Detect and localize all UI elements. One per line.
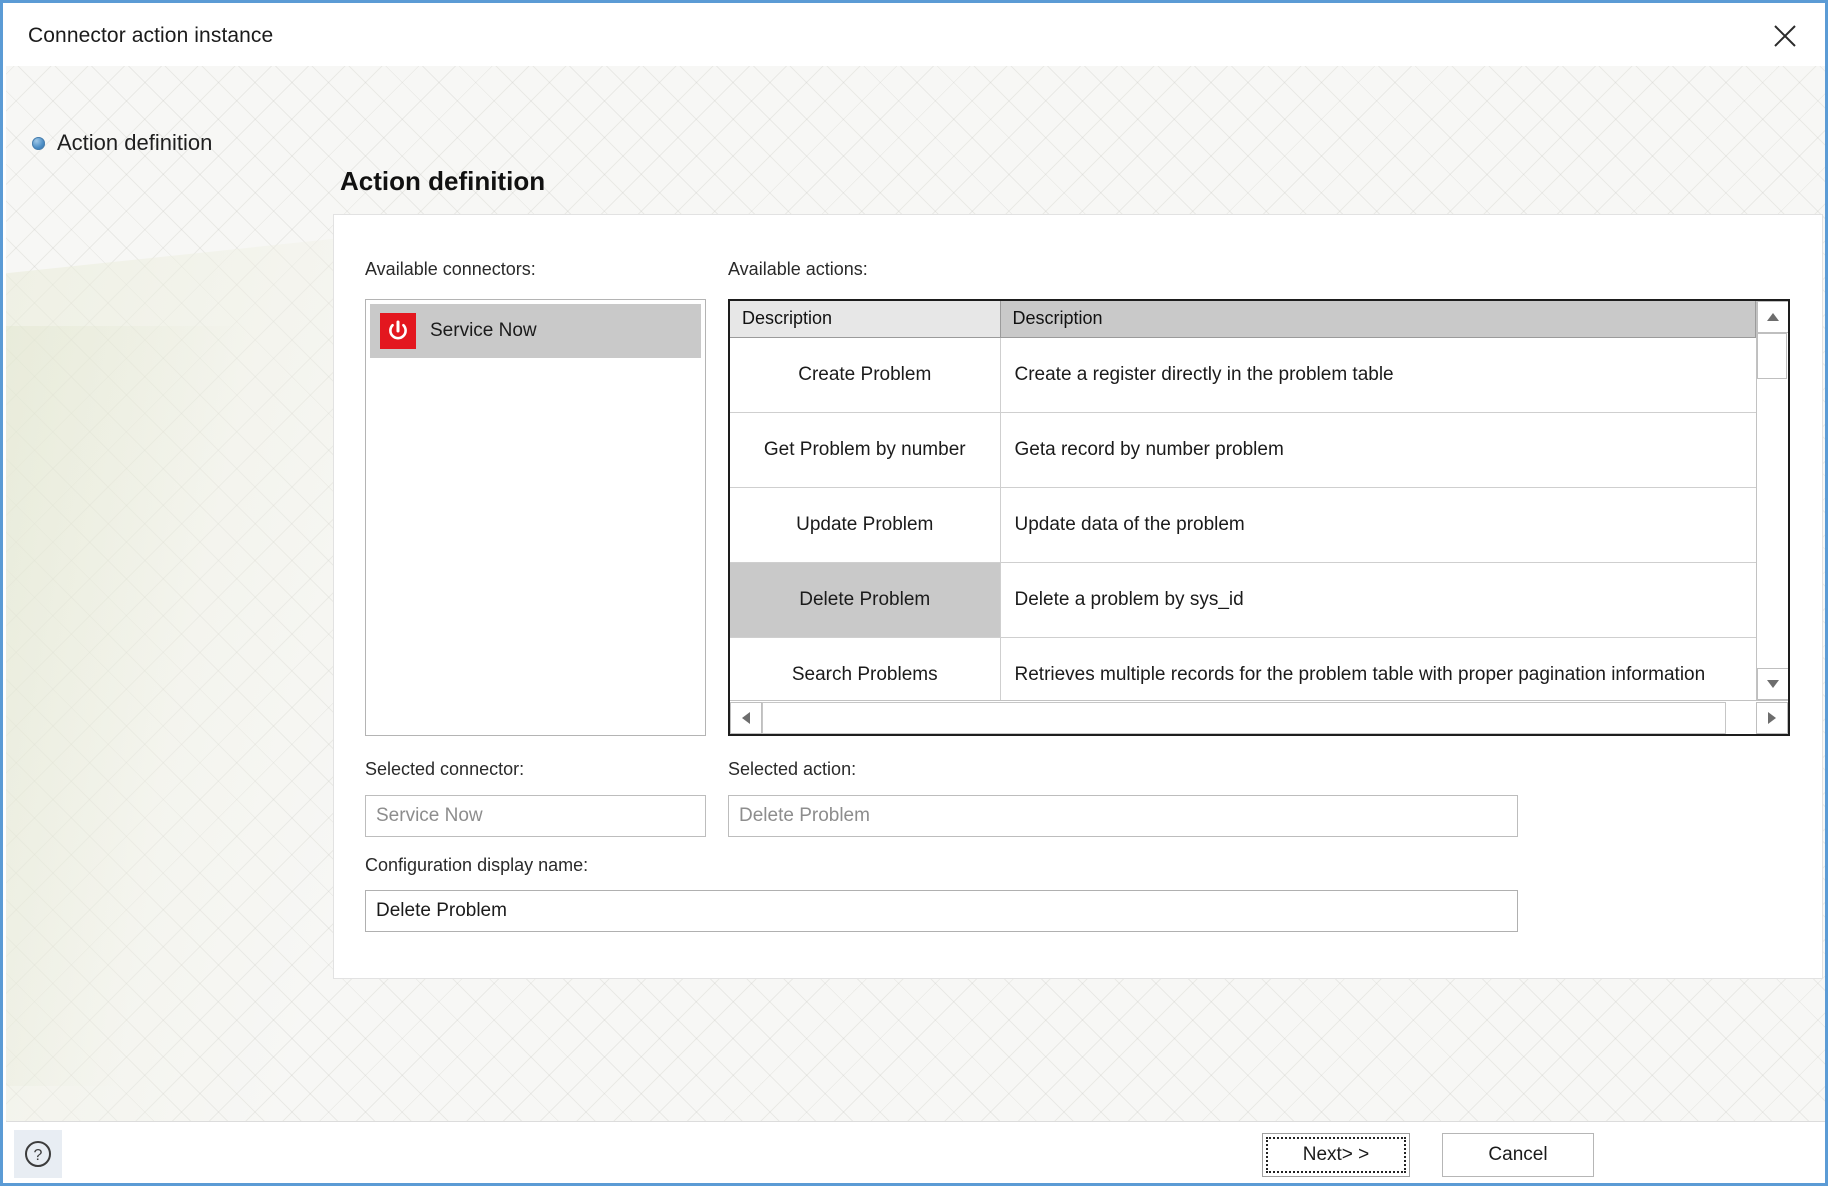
column-header-name[interactable]: Description [730,301,1001,338]
svg-text:?: ? [34,1147,43,1164]
selected-action-field[interactable]: Delete Problem [728,795,1518,837]
scroll-up-icon[interactable] [1757,301,1788,333]
table-area: Description Description Create Problem C… [730,301,1788,700]
action-description-cell: Update data of the problem [1000,487,1756,563]
table-header-row: Description Description [730,301,1756,338]
table-row[interactable]: Search Problems Retrieves multiple recor… [730,637,1756,700]
action-description-cell: Retrieves multiple records for the probl… [1000,637,1756,700]
table-row[interactable]: Get Problem by number Geta record by num… [730,412,1756,488]
action-description-cell: Delete a problem by sys_id [1000,562,1756,638]
list-item[interactable]: Service Now [370,304,701,358]
list-item-label: Service Now [430,320,537,341]
horizontal-scroll-track[interactable] [762,701,1756,734]
action-name-cell[interactable]: Delete Problem [730,562,1001,638]
action-name-cell[interactable]: Create Problem [730,337,1001,413]
scroll-down-icon[interactable] [1757,668,1788,700]
table-viewport: Description Description Create Problem C… [730,301,1756,700]
sidebar-item-action-definition[interactable]: Action definition [32,126,332,160]
next-button-label: Next> > [1266,1137,1406,1173]
column-header-description[interactable]: Description [1000,301,1756,338]
horizontal-scrollbar[interactable] [730,700,1788,734]
horizontal-scroll-thumb[interactable] [762,701,1727,734]
action-name-cell[interactable]: Update Problem [730,487,1001,563]
action-description-cell: Geta record by number problem [1000,412,1756,488]
help-icon[interactable]: ? [14,1130,62,1178]
configuration-display-name-input[interactable]: Delete Problem [365,890,1518,932]
available-connectors-label: Available connectors: [365,259,536,279]
configuration-display-name-label: Configuration display name: [365,855,589,875]
action-description-cell: Create a register directly in the proble… [1000,337,1756,413]
vertical-scroll-track[interactable] [1757,333,1788,668]
bullet-icon [32,136,45,150]
power-icon [380,313,416,349]
table-body: Create Problem Create a register directl… [730,337,1756,700]
vertical-scroll-thumb[interactable] [1757,333,1787,379]
action-name-cell[interactable]: Search Problems [730,637,1001,700]
connector-action-instance-dialog: Connector action instance Action definit… [0,0,1828,1186]
sidebar-item-label: Action definition [57,130,213,155]
selected-connector-label: Selected connector: [365,759,525,779]
selected-action-label: Selected action: [728,759,857,779]
next-button[interactable]: Next> > [1262,1133,1410,1177]
action-name-cell[interactable]: Get Problem by number [730,412,1001,488]
available-connectors-list[interactable]: Service Now [365,299,706,736]
page-title: Action definition [340,166,546,196]
dialog-body: Action definition Action definition Avai… [6,66,1825,1121]
background-decoration-secondary [6,326,246,1086]
window-title: Connector action instance [28,24,274,47]
scroll-left-icon[interactable] [730,701,762,734]
dialog-footer: ? Next> > Cancel [6,1121,1825,1183]
scroll-right-icon[interactable] [1756,701,1788,734]
cancel-button[interactable]: Cancel [1442,1133,1594,1177]
available-actions-label: Available actions: [728,259,868,279]
selected-connector-field[interactable]: Service Now [365,795,706,837]
table-row-selected[interactable]: Delete Problem Delete a problem by sys_i… [730,562,1756,638]
content-panel: Available connectors: Available actions:… [333,214,1823,979]
available-actions-table: Description Description Create Problem C… [728,299,1790,736]
table-row[interactable]: Create Problem Create a register directl… [730,337,1756,413]
close-icon[interactable] [1762,13,1808,59]
vertical-scrollbar[interactable] [1756,301,1788,700]
title-bar: Connector action instance [6,6,1825,66]
wizard-step-nav: Action definition [32,126,332,160]
table-row[interactable]: Update Problem Update data of the proble… [730,487,1756,563]
